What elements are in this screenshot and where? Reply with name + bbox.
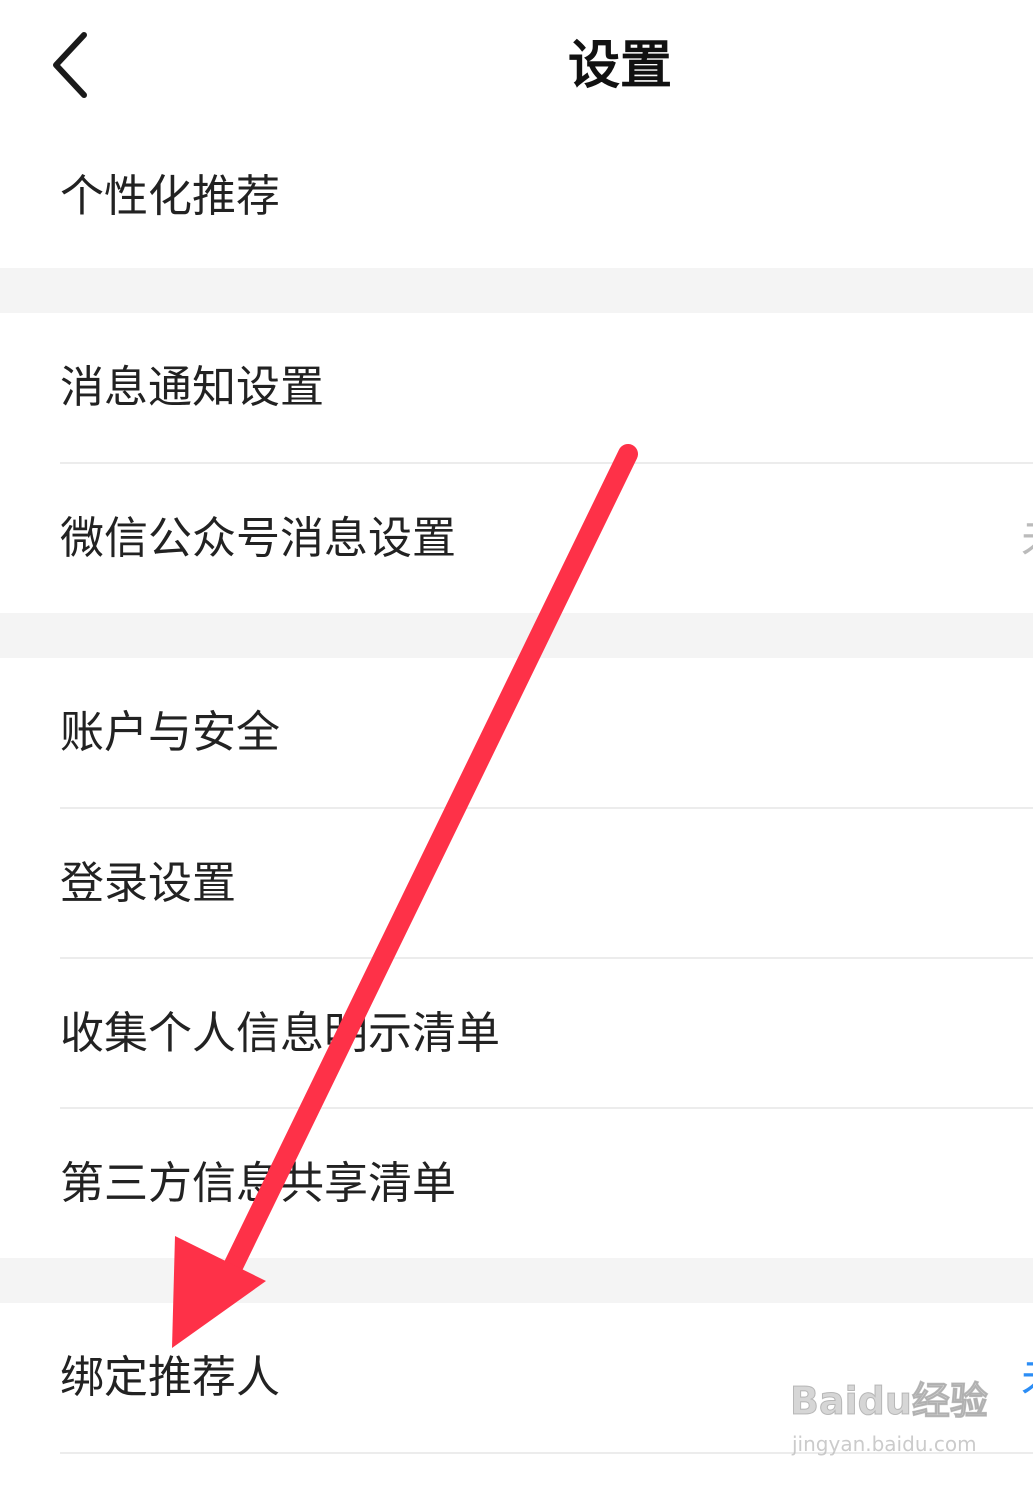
- section-gap: [0, 268, 1033, 313]
- section-gap: [0, 1258, 1033, 1303]
- watermark: Baidu经验 jingyan.baidu.com: [790, 1370, 990, 1470]
- row-label: 第三方信息共享清单: [60, 1158, 456, 1209]
- watermark-url: jingyan.baidu.com: [792, 1432, 977, 1456]
- section-gap: [0, 613, 1033, 658]
- row-status-value: 未: [1021, 464, 1033, 614]
- row-label: 微信公众号消息设置: [60, 513, 456, 564]
- row-personal-info-collection-list[interactable]: 收集个人信息明示清单: [0, 959, 1033, 1109]
- top-navigation-bar: 设置: [0, 0, 1033, 134]
- row-label: 登录设置: [60, 858, 236, 909]
- row-label: 个性化推荐: [60, 171, 280, 222]
- watermark-brand: Baidu经验: [790, 1379, 989, 1424]
- page-title: 设置: [567, 36, 672, 96]
- settings-screen: 设置 个性化推荐 消息通知设置 微信公众号消息设置 未 账户与安全 登录设置 收…: [0, 0, 1033, 1485]
- row-personalized-recommendation[interactable]: 个性化推荐: [0, 122, 1033, 272]
- row-login-settings[interactable]: 登录设置: [0, 809, 1033, 959]
- row-third-party-sharing-list[interactable]: 第三方信息共享清单: [0, 1109, 1033, 1259]
- row-label: 绑定推荐人: [60, 1352, 280, 1403]
- row-wechat-official-account-settings[interactable]: 微信公众号消息设置 未: [0, 464, 1033, 614]
- row-status-value: 未: [1021, 1303, 1033, 1453]
- row-label: 收集个人信息明示清单: [60, 1008, 500, 1059]
- row-label: 消息通知设置: [60, 362, 324, 413]
- row-notification-settings[interactable]: 消息通知设置: [0, 313, 1033, 463]
- row-account-security[interactable]: 账户与安全: [0, 658, 1033, 808]
- row-label: 账户与安全: [60, 707, 280, 758]
